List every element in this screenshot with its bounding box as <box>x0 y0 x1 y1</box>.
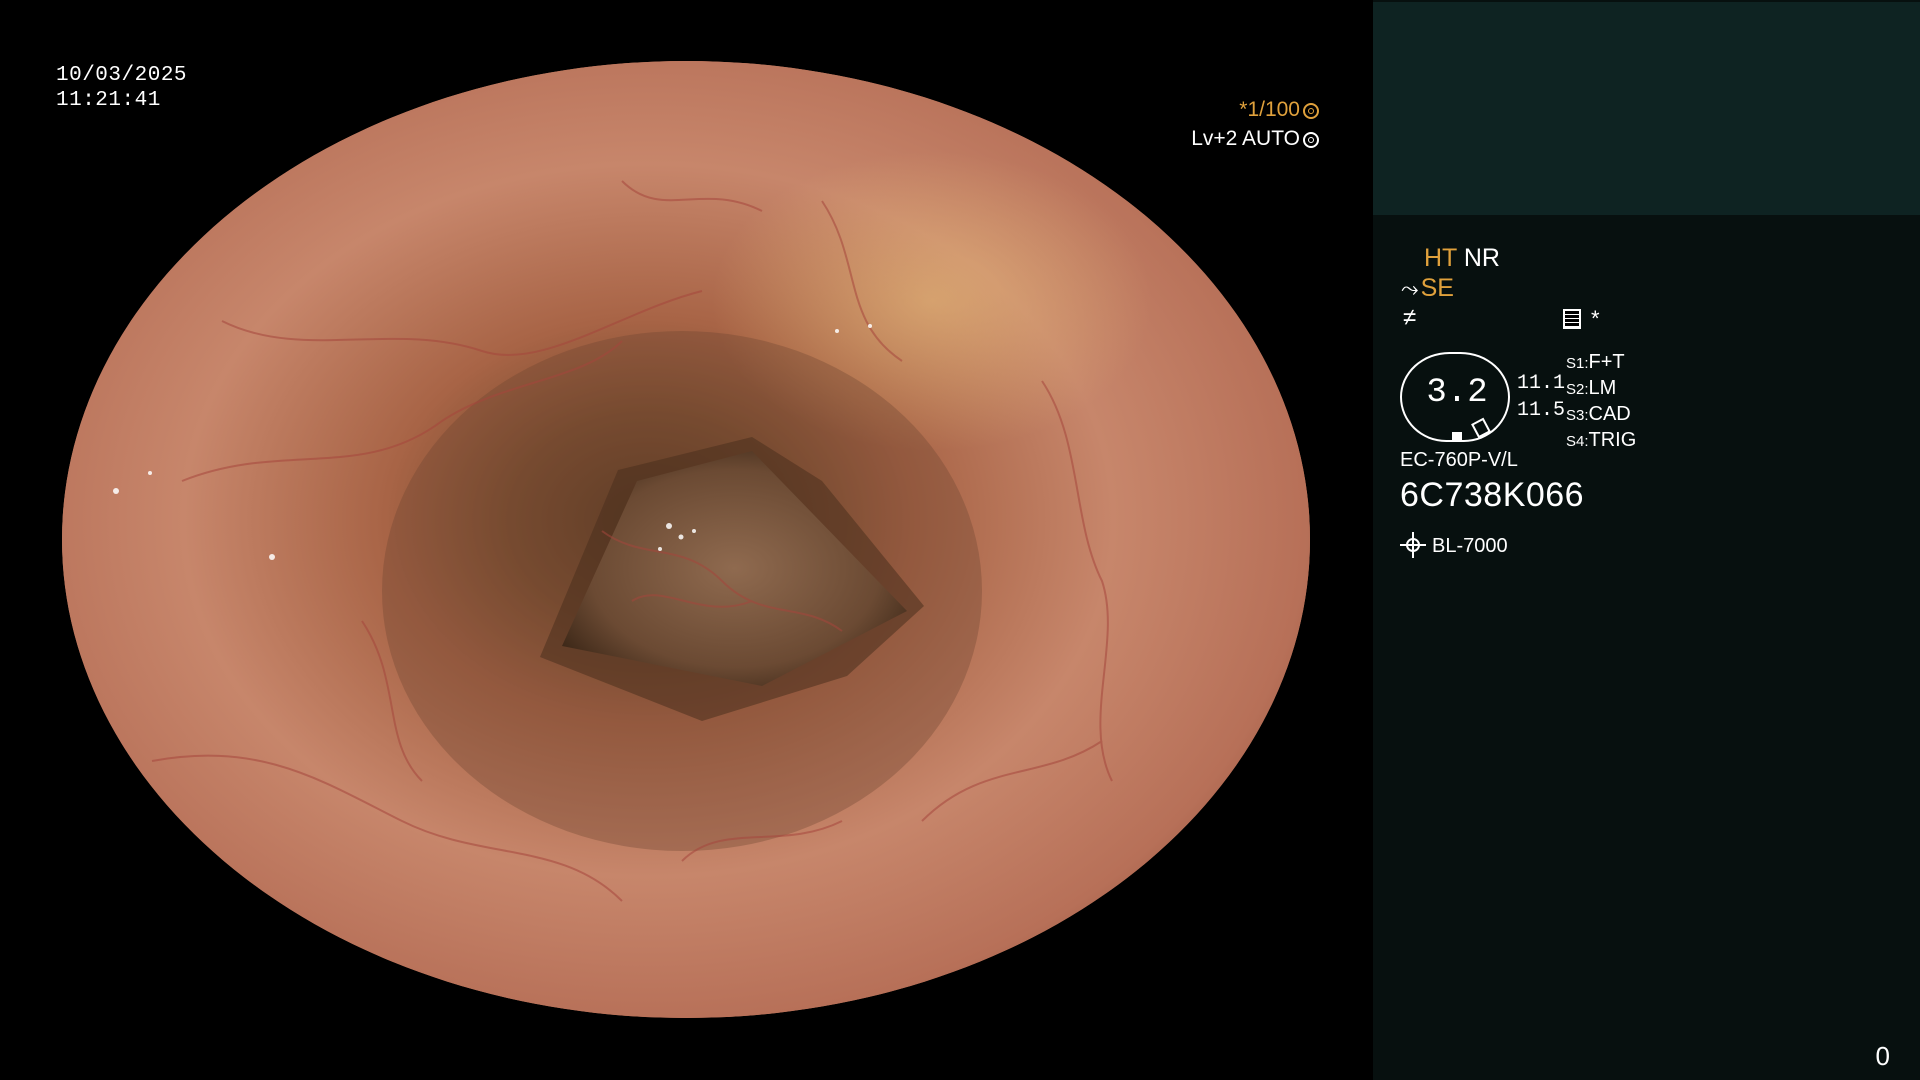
scope-model: EC-760P-V/L <box>1400 449 1518 471</box>
endoscope-video-area: 10/03/2025 11:21:41 *1/100 Lv+2 AUTO <box>0 0 1373 1080</box>
brightness-level-text: Lv+2 AUTO <box>1191 127 1300 150</box>
info-panel: HT NR ⤳SE ≠ * 3.2 11.1 11.5 S1:F+T S2:LM… <box>1373 0 1920 1080</box>
se-label: SE <box>1420 274 1454 302</box>
asterisk-marker: * <box>1591 306 1600 331</box>
pressure-value-2: 11.5 <box>1517 399 1566 422</box>
endoscopic-image <box>62 61 1310 1018</box>
gauge-marker-icon <box>1452 432 1462 440</box>
shutter-speed-display: *1/100 <box>1239 98 1319 122</box>
switch-item-s1: S1:F+T <box>1566 351 1625 373</box>
enhancement-mode-row: HT NR <box>1424 244 1500 273</box>
frame-mask-bottom <box>0 1018 1373 1080</box>
nr-label: NR <box>1463 244 1500 272</box>
insertion-gauge: 3.2 <box>1400 352 1510 442</box>
light-source-icon <box>1400 532 1426 558</box>
gauge-value: 3.2 <box>1426 374 1488 412</box>
scope-serial-number: 6C738K066 <box>1400 476 1585 514</box>
ht-label: HT <box>1424 244 1457 272</box>
frame-mask-top <box>0 0 1373 61</box>
date-time-display: 10/03/2025 11:21:41 <box>56 63 187 113</box>
colon-lumen-illustration <box>62 61 1310 1018</box>
brightness-level-display: Lv+2 AUTO <box>1191 127 1319 151</box>
gauge-tab-icon <box>1471 417 1491 439</box>
image-counter: 0 <box>1875 1041 1890 1071</box>
color-mode-icon: ≠ <box>1403 304 1417 331</box>
switch-item-s2: S2:LM <box>1566 377 1617 399</box>
shutter-icon <box>1303 103 1319 119</box>
structure-enhancement-row: ⤳SE <box>1401 274 1454 303</box>
switch-item-s3: S3:CAD <box>1566 403 1631 425</box>
light-source-label: BL-7000 <box>1432 535 1508 557</box>
pressure-readout: 11.1 11.5 <box>1517 370 1565 424</box>
pressure-value-1: 11.1 <box>1517 372 1566 395</box>
preview-box <box>1373 2 1920 215</box>
menu-list-icon <box>1563 309 1581 329</box>
switch-item-s4: S4:TRIG <box>1566 429 1637 451</box>
light-source-row: BL-7000 <box>1400 532 1508 558</box>
date-text: 10/03/2025 <box>56 64 188 87</box>
menu-row: * <box>1563 306 1600 332</box>
switch-assignment-list: S1:F+T S2:LM S3:CAD S4:TRIG <box>1566 350 1636 454</box>
auto-iris-icon <box>1303 132 1319 148</box>
shutter-speed-text: *1/100 <box>1239 98 1300 121</box>
scope-tip-icon: ⤳ <box>1401 276 1419 301</box>
time-text: 11:21:41 <box>56 89 161 112</box>
